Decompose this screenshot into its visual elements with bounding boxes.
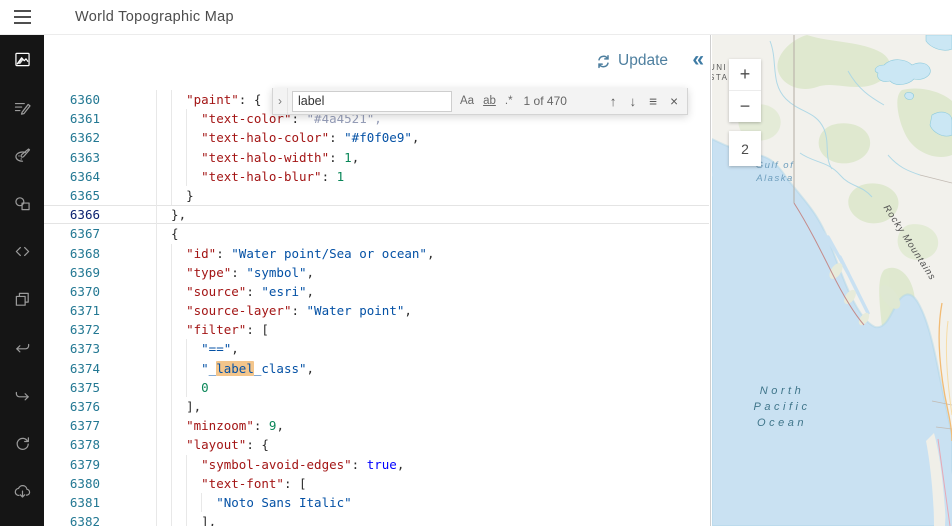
- find-actions: ↑ ↓ ≡ ×: [610, 94, 678, 109]
- line-number[interactable]: 6378: [44, 435, 100, 454]
- json-editor-panel: Update « 6360 6361 6362 6363 6364 6365 6366 636…: [44, 35, 711, 526]
- line-number[interactable]: 6363: [44, 148, 100, 167]
- sync-icon: [598, 54, 609, 68]
- find-in-selection-icon[interactable]: ≡: [649, 94, 657, 109]
- code-line[interactable]: "id": "Water point/Sea or ocean",: [156, 243, 710, 263]
- code-line[interactable]: "text-halo-blur": 1: [156, 166, 710, 186]
- app-header: World Topographic Map: [0, 0, 952, 35]
- find-options: Aa ab .*: [460, 95, 513, 107]
- line-number[interactable]: 6376: [44, 397, 100, 416]
- line-number[interactable]: 6374: [44, 359, 100, 378]
- code-line[interactable]: }: [156, 185, 710, 206]
- find-next-icon[interactable]: ↓: [629, 94, 636, 109]
- zoom-controls: + −: [729, 59, 761, 122]
- code-line[interactable]: "layout": {: [156, 435, 710, 455]
- update-label: Update: [618, 52, 668, 69]
- find-match-highlight: label: [216, 360, 254, 376]
- code-line[interactable]: 0: [156, 377, 710, 397]
- code-line[interactable]: "minzoom": 9,: [156, 416, 710, 436]
- regex-toggle[interactable]: .*: [505, 95, 513, 107]
- line-number[interactable]: 6379: [44, 455, 100, 474]
- line-number[interactable]: 6371: [44, 301, 100, 320]
- duplicate-icon[interactable]: [0, 275, 44, 323]
- left-toolbar: [0, 35, 44, 526]
- code-line[interactable]: "type": "symbol",: [156, 262, 710, 282]
- line-number[interactable]: 6372: [44, 320, 100, 339]
- match-case-toggle[interactable]: Aa: [460, 95, 474, 107]
- find-expand-icon[interactable]: ›: [273, 88, 288, 114]
- line-number[interactable]: 6373: [44, 339, 100, 358]
- code-line[interactable]: "source-layer": "Water point",: [156, 301, 710, 321]
- find-results-count: 1 of 470: [523, 94, 567, 108]
- code-line[interactable]: "text-halo-width": 1,: [156, 147, 710, 167]
- line-number[interactable]: 6382: [44, 512, 100, 526]
- menu-icon[interactable]: [0, 0, 44, 35]
- code-area: 6360 6361 6362 6363 6364 6365 6366 6367 6368 6369…: [44, 90, 710, 526]
- layer-style-icon[interactable]: [0, 35, 44, 83]
- line-number[interactable]: 6366: [44, 205, 100, 224]
- line-number[interactable]: 6360: [44, 90, 100, 109]
- line-number[interactable]: 6377: [44, 416, 100, 435]
- line-number[interactable]: 6362: [44, 128, 100, 147]
- redo-icon[interactable]: [0, 371, 44, 419]
- edit-json-icon[interactable]: [0, 227, 44, 275]
- code-line[interactable]: {: [156, 224, 710, 244]
- line-number[interactable]: 6361: [44, 109, 100, 128]
- code-line[interactable]: "text-font": [: [156, 473, 710, 493]
- download-icon[interactable]: [0, 467, 44, 515]
- line-number[interactable]: 6380: [44, 474, 100, 493]
- undo-icon[interactable]: [0, 323, 44, 371]
- code-line[interactable]: "_label_class",: [156, 358, 710, 378]
- code-line[interactable]: "==",: [156, 339, 710, 359]
- editor-toolbar: Update «: [44, 35, 710, 90]
- find-close-icon[interactable]: ×: [670, 94, 678, 109]
- page-title: World Topographic Map: [75, 9, 234, 25]
- line-number[interactable]: 6381: [44, 493, 100, 512]
- code-line[interactable]: "text-halo-color": "#f0f0e9",: [156, 128, 710, 148]
- find-widget: › Aa ab .* 1 of 470 ↑ ↓ ≡ ×: [272, 88, 688, 115]
- line-number[interactable]: 6365: [44, 186, 100, 205]
- edit-colors-icon[interactable]: [0, 131, 44, 179]
- style-editor-app: World Topographic Map Update « 6360 6361…: [0, 0, 952, 526]
- code-lines[interactable]: "paint": { "text-color": "#4a4521", "tex…: [156, 90, 710, 526]
- gutter[interactable]: 6360 6361 6362 6363 6364 6365 6366 6367 6368 6369…: [44, 90, 100, 526]
- line-number[interactable]: 6368: [44, 244, 100, 263]
- line-number[interactable]: 6369: [44, 263, 100, 282]
- zoom-out-button[interactable]: −: [729, 91, 761, 122]
- find-input[interactable]: [292, 90, 452, 112]
- update-button[interactable]: Update: [596, 52, 668, 70]
- edit-symbols-icon[interactable]: [0, 179, 44, 227]
- line-number[interactable]: 6370: [44, 282, 100, 301]
- code-line[interactable]: ],: [156, 397, 710, 417]
- code-line[interactable]: },: [156, 205, 710, 225]
- line-number[interactable]: 6375: [44, 378, 100, 397]
- code-line[interactable]: "Noto Sans Italic": [156, 492, 710, 513]
- line-number[interactable]: 6367: [44, 224, 100, 243]
- zoom-in-button[interactable]: +: [729, 59, 761, 90]
- code-line[interactable]: "filter": [: [156, 320, 710, 340]
- code-line[interactable]: ],: [156, 512, 710, 526]
- whole-word-toggle[interactable]: ab: [483, 95, 496, 107]
- line-number[interactable]: 6364: [44, 167, 100, 186]
- edit-labels-icon[interactable]: [0, 83, 44, 131]
- collapse-panel-icon[interactable]: «: [692, 48, 704, 72]
- map-preview[interactable]: UNI STA Gulf of Alaska North Pacific Oce…: [712, 35, 952, 526]
- reset-icon[interactable]: [0, 419, 44, 467]
- zoom-level-badge: 2: [729, 131, 761, 166]
- code-line[interactable]: "source": "esri",: [156, 281, 710, 302]
- code-line[interactable]: "symbol-avoid-edges": true,: [156, 454, 710, 474]
- find-previous-icon[interactable]: ↑: [610, 94, 617, 109]
